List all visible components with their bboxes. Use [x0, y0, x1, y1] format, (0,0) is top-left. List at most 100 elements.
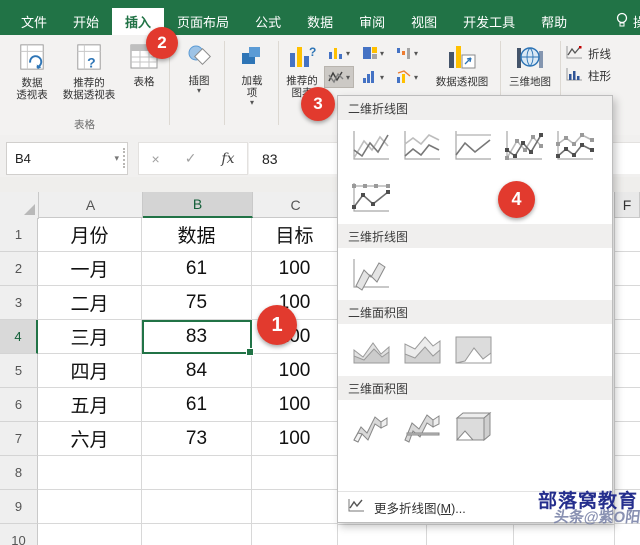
recommended-pivot-button[interactable]: ? 推荐的 数据透视表 [58, 43, 120, 101]
callout-step-1: 1 [257, 305, 297, 345]
cell-C1[interactable]: 目标 [252, 218, 338, 252]
cell-A1[interactable]: 月份 [38, 218, 142, 252]
cell-C7[interactable]: 100 [252, 422, 338, 456]
name-box-caret-icon: ▾ [114, 153, 119, 163]
row-header-3[interactable]: 3 [0, 286, 38, 320]
cell-B6[interactable]: 61 [142, 388, 252, 422]
column-header-F[interactable]: F [614, 192, 640, 218]
row-header-1[interactable]: 1 [0, 218, 38, 252]
cell-A5[interactable]: 四月 [38, 354, 142, 388]
column-headers: ABC [0, 192, 339, 219]
menu-icon-pct-stacked-area-3d[interactable] [448, 406, 494, 446]
menu-icon-pct-stacked-line-markers[interactable] [346, 178, 392, 218]
column-header-B[interactable]: B [143, 192, 253, 218]
menu-icon-line-3d[interactable] [346, 254, 392, 294]
map-3d-button[interactable]: 三维地图 [504, 43, 556, 88]
row-header-2[interactable]: 2 [0, 252, 38, 286]
menu-icon-stacked-area-3d[interactable] [397, 406, 443, 446]
illustrations-button[interactable]: 插图 ▾ [176, 43, 222, 95]
row-header-6[interactable]: 6 [0, 388, 38, 422]
cell-C10[interactable] [252, 524, 338, 545]
cell-B8[interactable] [142, 456, 252, 490]
cell-A6[interactable]: 五月 [38, 388, 142, 422]
row-header-5[interactable]: 5 [0, 354, 38, 388]
row-header-7[interactable]: 7 [0, 422, 38, 456]
name-box[interactable]: B4 ▾ [6, 142, 128, 175]
cell-B1[interactable]: 数据 [142, 218, 252, 252]
pivot-chart-button[interactable]: 数据透视图 [430, 43, 494, 88]
cell-B2[interactable]: 61 [142, 252, 252, 286]
tables-group-label: 表格 [74, 119, 95, 131]
tab-7[interactable]: 审阅 [346, 8, 398, 35]
cell-A2[interactable]: 一月 [38, 252, 142, 286]
watermark-handle: 头条@紫O阳 [552, 509, 640, 526]
cell-C8[interactable] [252, 456, 338, 490]
enter-button[interactable]: ✓ [185, 150, 197, 167]
cell-C9[interactable] [252, 490, 338, 524]
column-header-C[interactable]: C [253, 192, 339, 218]
tell-me-search[interactable]: 操 [616, 8, 640, 35]
sparkline-line-label: 折线 [588, 49, 611, 61]
addins-button[interactable]: 加载 项 ▾ [230, 43, 274, 107]
menu-icon-pct-stacked-line[interactable] [448, 126, 494, 166]
cell-B7[interactable]: 73 [142, 422, 252, 456]
menu-icon-line[interactable] [346, 126, 392, 166]
cancel-button[interactable]: × [152, 151, 160, 167]
cell-B3[interactable]: 75 [142, 286, 252, 320]
cell-C6[interactable]: 100 [252, 388, 338, 422]
excel-window: 文件 开始 插入 页面布局 公式 数据 审阅 视图 开发工具 帮助 操 数据 透视表 ? 推荐的 … [0, 0, 640, 545]
column-header-A[interactable]: A [39, 192, 143, 218]
menu-icon-pct-stacked-area[interactable] [448, 330, 494, 370]
tab-9[interactable]: 开发工具 [450, 8, 528, 35]
grid-row-2: 2 一月 61 100 [0, 252, 338, 286]
cell-A3[interactable]: 二月 [38, 286, 142, 320]
tab-5[interactable]: 公式 [242, 8, 294, 35]
menu-icon-line-markers[interactable] [499, 126, 545, 166]
tab-6[interactable]: 数据 [294, 8, 346, 35]
pivot-chart-label: 数据透视图 [435, 76, 489, 88]
menu-icon-area-3d[interactable] [346, 406, 392, 446]
tab-4[interactable]: 页面布局 [164, 8, 242, 35]
insert-column-chart-button[interactable]: ▾ [324, 42, 354, 64]
tab-2[interactable]: 开始 [60, 8, 112, 35]
cell-A9[interactable] [38, 490, 142, 524]
menu-icon-area[interactable] [346, 330, 392, 370]
insert-combo-chart-button[interactable]: ▾ [392, 66, 422, 88]
menu-icon-stacked-line[interactable] [397, 126, 443, 166]
cell-B4[interactable]: 83 [142, 320, 254, 356]
select-all-corner[interactable] [0, 192, 39, 219]
cell-C5[interactable]: 100 [252, 354, 338, 388]
insert-waterfall-chart-button[interactable]: ▾ [392, 42, 422, 64]
cell-A8[interactable] [38, 456, 142, 490]
cell-A7[interactable]: 六月 [38, 422, 142, 456]
cell-B5[interactable]: 84 [142, 354, 252, 388]
pivot-table-button[interactable]: 数据 透视表 [8, 43, 56, 101]
insert-line-chart-button[interactable]: ▾ [324, 66, 355, 88]
menu-icon-stacked-line-markers[interactable] [550, 126, 596, 166]
row-header-9[interactable]: 9 [0, 490, 38, 524]
row-header-8[interactable]: 8 [0, 456, 38, 490]
menu-section-title-1: 二维折线图 [338, 96, 612, 120]
pivot-chart-icon [447, 43, 477, 73]
insert-hierarchy-chart-button[interactable]: ▾ [358, 42, 388, 64]
tab-8[interactable]: 视图 [398, 8, 450, 35]
sparkline-line-button[interactable]: 折线 [566, 45, 611, 63]
tab-10[interactable]: 帮助 [528, 8, 580, 35]
table-label: 表格 [133, 76, 155, 88]
insert-statistic-chart-button[interactable]: ▾ [358, 66, 388, 88]
cell-C2[interactable]: 100 [252, 252, 338, 286]
grid-under-menu [338, 524, 614, 545]
cell-B9[interactable] [142, 490, 252, 524]
menu-icon-row [338, 172, 612, 224]
row-header-4[interactable]: 4 [0, 320, 38, 354]
sparkline-column-button[interactable]: 柱形 [566, 67, 611, 85]
svg-text:?: ? [309, 45, 316, 59]
row-header-10[interactable]: 10 [0, 524, 38, 545]
menu-icon-stacked-area[interactable] [397, 330, 443, 370]
cell-A4[interactable]: 三月 [38, 320, 142, 354]
insert-function-button[interactable]: fx [221, 151, 234, 167]
cell-B10[interactable] [142, 524, 252, 545]
map-3d-icon [515, 43, 545, 73]
cell-A10[interactable] [38, 524, 142, 545]
tab-1[interactable]: 文件 [8, 8, 60, 35]
